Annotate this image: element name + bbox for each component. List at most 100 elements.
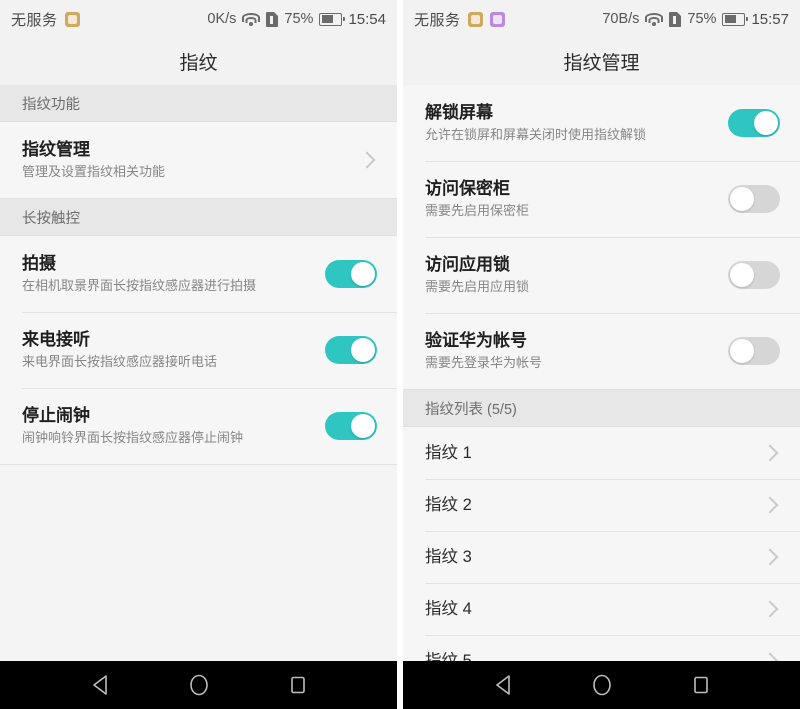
recents-nav-icon[interactable] (691, 674, 711, 696)
back-nav-icon[interactable] (493, 674, 513, 696)
row-text: 验证华为帐号需要先登录华为帐号 (425, 331, 728, 370)
toggle-knob (730, 263, 754, 287)
toggle-knob (351, 338, 375, 362)
row-text: 访问应用锁需要先启用应用锁 (425, 255, 728, 294)
page-title: 指纹管理 (563, 53, 640, 74)
chevron-right-icon (358, 151, 376, 169)
settings-row-nav[interactable]: 指纹 4 (403, 583, 800, 635)
clock-label: 15:57 (751, 10, 789, 28)
row-text: 指纹 1 (425, 444, 764, 463)
status-bar: 无服务 0K/s 75% 15:54 (0, 0, 397, 38)
chevron-right-icon (761, 496, 779, 514)
settings-row-switch[interactable]: 解锁屏幕允许在锁屏和屏幕关闭时使用指纹解锁 (403, 85, 800, 161)
status-bar: 无服务 70B/s 75% 15:57 (403, 0, 800, 38)
row-title: 指纹 4 (425, 599, 472, 618)
sim-badge-gold (467, 11, 483, 27)
row-subtitle: 需要先登录华为帐号 (425, 354, 543, 370)
settings-row-nav[interactable]: 指纹 2 (403, 479, 800, 531)
row-title: 解锁屏幕 (425, 103, 493, 123)
battery-icon (722, 12, 749, 26)
carrier-label: 无服务 (11, 11, 58, 29)
chevron-right-icon (761, 444, 779, 462)
settings-list: 解锁屏幕 允许在锁屏和屏幕关闭时使用指纹解锁 访问保密柜 需要先启用保密柜 访问应用锁需… (403, 85, 800, 661)
settings-row-nav[interactable]: 指纹 3 (403, 531, 800, 583)
toggle-switch[interactable] (728, 337, 780, 365)
toggle-knob (730, 187, 754, 211)
list-divider (0, 464, 397, 465)
back-nav-icon[interactable] (90, 674, 110, 696)
home-nav-icon[interactable] (591, 673, 613, 697)
toggle-switch[interactable] (728, 109, 780, 137)
toggle-switch[interactable] (325, 412, 377, 440)
chevron-right-icon (761, 652, 779, 661)
section-header-label: 指纹列表 (5/5) (425, 401, 517, 418)
phone-screen-fingerprint-management: 无服务 70B/s 75% 15:57 指纹管理 解锁屏幕 允许在锁屏和屏幕关闭时使用指纹解… (400, 0, 800, 709)
toggle-switch[interactable] (728, 185, 780, 213)
settings-row-nav[interactable]: 指纹 1 (403, 427, 800, 479)
toggle-switch[interactable] (325, 336, 377, 364)
settings-row-switch[interactable]: 访问应用锁需要先启用应用锁 (403, 237, 800, 313)
toggle-switch[interactable] (728, 261, 780, 289)
section-header: 长按触控 (0, 199, 397, 236)
chevron-right-icon (761, 600, 779, 618)
row-text: 指纹 3 (425, 548, 764, 567)
row-text: 解锁屏幕允许在锁屏和屏幕关闭时使用指纹解锁 (425, 103, 728, 142)
settings-row-switch[interactable]: 停止闹钟 闹钟响铃界面长按指纹感应器停止闹钟 (0, 388, 397, 464)
row-subtitle: 允许在锁屏和屏幕关闭时使用指纹解锁 (425, 126, 647, 142)
toggle-switch[interactable] (325, 260, 377, 288)
row-subtitle: 需要先启用保密柜 (425, 202, 530, 218)
toggle-knob (351, 414, 375, 438)
settings-row-nav[interactable]: 指纹管理 管理及设置指纹相关功能 (0, 122, 397, 198)
status-bar-left: 无服务 (11, 9, 80, 30)
row-subtitle: 管理及设置指纹相关功能 (22, 163, 166, 179)
battery-percent-label: 75% (284, 11, 314, 27)
carrier-label: 无服务 (414, 11, 461, 29)
settings-row-switch[interactable]: 验证华为帐号需要先登录华为帐号 (403, 313, 800, 389)
system-nav-bar (403, 661, 800, 709)
clock-label: 15:54 (348, 10, 386, 28)
row-title: 指纹 1 (425, 443, 472, 462)
sim-card-icon (266, 11, 279, 27)
row-text: 指纹 2 (425, 496, 764, 515)
settings-row-switch[interactable]: 拍摄 在相机取景界面长按指纹感应器进行拍摄 (0, 236, 397, 312)
section-header-label: 长按触控 (22, 210, 80, 227)
toggle-knob (754, 111, 778, 135)
row-text: 停止闹钟 闹钟响铃界面长按指纹感应器停止闹钟 (22, 406, 325, 445)
row-title: 验证华为帐号 (425, 331, 527, 351)
phone-screen-fingerprint-settings: 无服务 0K/s 75% 15:54 指纹指纹功能指纹管理 管理及设置指纹相关功能长按触控… (0, 0, 400, 709)
row-text: 指纹 4 (425, 600, 764, 619)
toggle-knob (730, 339, 754, 363)
wifi-icon (242, 12, 261, 26)
toggle-knob (351, 262, 375, 286)
recents-nav-icon[interactable] (288, 674, 308, 696)
section-header: 指纹功能 (0, 85, 397, 122)
title-bar: 指纹管理 (403, 38, 800, 85)
wifi-icon (645, 12, 664, 26)
row-subtitle: 闹钟响铃界面长按指纹感应器停止闹钟 (22, 429, 244, 445)
settings-row-switch[interactable]: 访问保密柜 需要先启用保密柜 (403, 161, 800, 237)
chevron-right-icon (761, 548, 779, 566)
page-title: 指纹 (179, 53, 218, 74)
sim-badge-gold (64, 11, 80, 27)
row-subtitle: 需要先启用应用锁 (425, 278, 530, 294)
settings-row-switch[interactable]: 来电接听 来电界面长按指纹感应器接听电话 (0, 312, 397, 388)
row-title: 拍摄 (22, 254, 56, 274)
row-text: 来电接听 来电界面长按指纹感应器接听电话 (22, 330, 325, 369)
row-text: 指纹管理 管理及设置指纹相关功能 (22, 140, 361, 179)
row-text: 访问保密柜 需要先启用保密柜 (425, 179, 728, 218)
system-nav-bar (0, 661, 397, 709)
row-title: 访问应用锁 (425, 255, 510, 275)
row-text: 指纹 5 (425, 652, 764, 661)
row-title: 指纹 3 (425, 547, 472, 566)
home-nav-icon[interactable] (188, 673, 210, 697)
settings-row-nav[interactable]: 指纹 5 (403, 635, 800, 661)
sim-badge-purple (489, 11, 505, 27)
battery-icon (319, 12, 346, 26)
network-speed-label: 0K/s (207, 11, 237, 27)
sim-card-icon (669, 11, 682, 27)
row-title: 指纹 5 (425, 651, 472, 661)
section-header: 指纹列表 (5/5) (403, 390, 800, 427)
network-speed-label: 70B/s (602, 11, 640, 27)
title-bar: 指纹 (0, 38, 397, 85)
status-bar-left: 无服务 (414, 9, 505, 30)
